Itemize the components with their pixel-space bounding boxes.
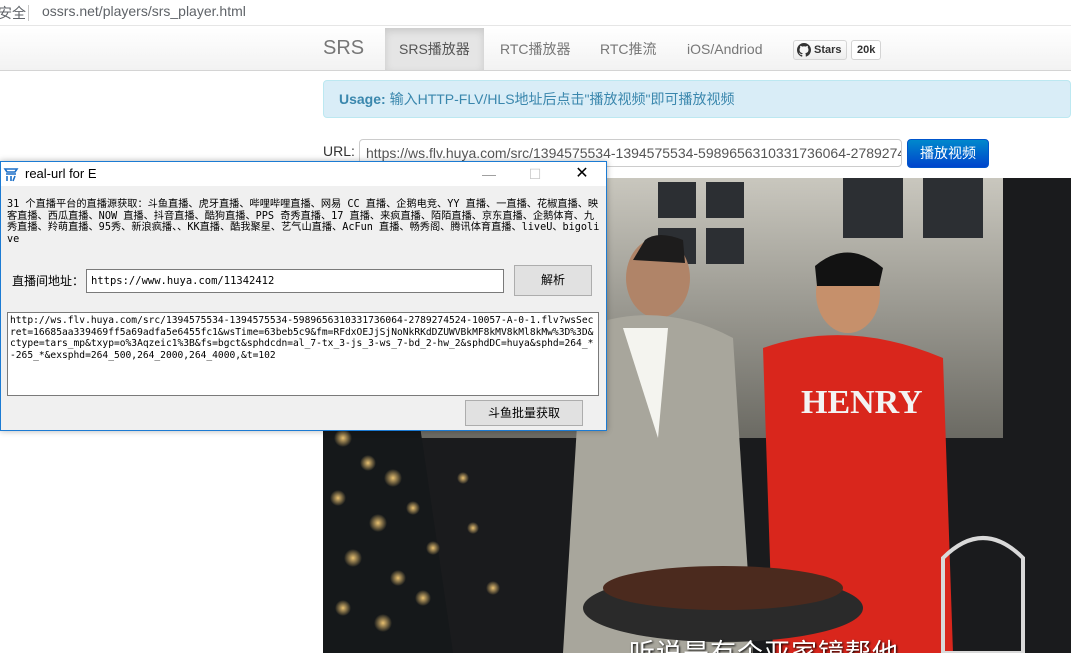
github-stars-count[interactable]: 20k bbox=[851, 40, 882, 60]
nav-ios-android[interactable]: iOS/Andriod bbox=[673, 28, 776, 70]
real-url-window: real-url for E — ☐ ✕ 31 个直播平台的直播源获取：斗鱼直播… bbox=[0, 161, 607, 431]
maximize-button[interactable]: ☐ bbox=[512, 162, 558, 186]
parse-button[interactable]: 解析 bbox=[514, 265, 592, 296]
nav-rtc-player[interactable]: RTC播放器 bbox=[486, 28, 585, 70]
window-title: real-url for E bbox=[25, 166, 97, 181]
address-separator bbox=[28, 5, 29, 21]
close-button[interactable]: ✕ bbox=[559, 162, 605, 186]
github-icon bbox=[797, 43, 811, 57]
security-indicator[interactable]: 安全 bbox=[0, 3, 26, 23]
platform-list-text: 31 个直播平台的直播源获取：斗鱼直播、虎牙直播、哔哩哔哩直播、网易 CC 直播… bbox=[7, 199, 600, 245]
screen: 安全 ossrs.net/players/srs_player.html SRS… bbox=[0, 0, 1071, 653]
usage-label: Usage: bbox=[339, 91, 386, 107]
nav-srs-player[interactable]: SRS播放器 bbox=[385, 28, 484, 70]
room-address-input[interactable]: https://www.huya.com/11342412 bbox=[86, 269, 504, 293]
usage-alert: Usage: 输入HTTP-FLV/HLS地址后点击"播放视频"即可播放视频 bbox=[323, 80, 1071, 118]
address-url[interactable]: ossrs.net/players/srs_player.html bbox=[42, 3, 246, 19]
usage-text: 输入HTTP-FLV/HLS地址后点击"播放视频"即可播放视频 bbox=[389, 91, 735, 107]
navbar: SRS SRS播放器 RTC播放器 RTC推流 iOS/Andriod Star… bbox=[0, 28, 1071, 71]
app-icon bbox=[3, 168, 19, 182]
nav-rtc-publish[interactable]: RTC推流 bbox=[586, 28, 671, 70]
douyu-batch-button[interactable]: 斗鱼批量获取 bbox=[465, 400, 583, 426]
room-address-label: 直播间地址： bbox=[12, 274, 85, 288]
minimize-button[interactable]: — bbox=[466, 162, 512, 186]
url-label: URL: bbox=[323, 143, 355, 159]
window-titlebar[interactable]: real-url for E — ☐ ✕ bbox=[1, 162, 606, 186]
video-subtitle: 听说是有个亚家镜帮他 bbox=[629, 638, 900, 653]
github-stars-button[interactable]: Stars bbox=[793, 40, 847, 60]
svg-text:HENRY: HENRY bbox=[801, 384, 923, 421]
github-stars-label: Stars bbox=[814, 44, 842, 56]
result-output[interactable]: http://ws.flv.huya.com/src/1394575534-13… bbox=[7, 312, 599, 396]
browser-address-bar[interactable]: 安全 ossrs.net/players/srs_player.html bbox=[0, 0, 1071, 26]
play-video-button[interactable]: 播放视频 bbox=[907, 139, 989, 168]
brand-logo[interactable]: SRS bbox=[323, 37, 364, 60]
